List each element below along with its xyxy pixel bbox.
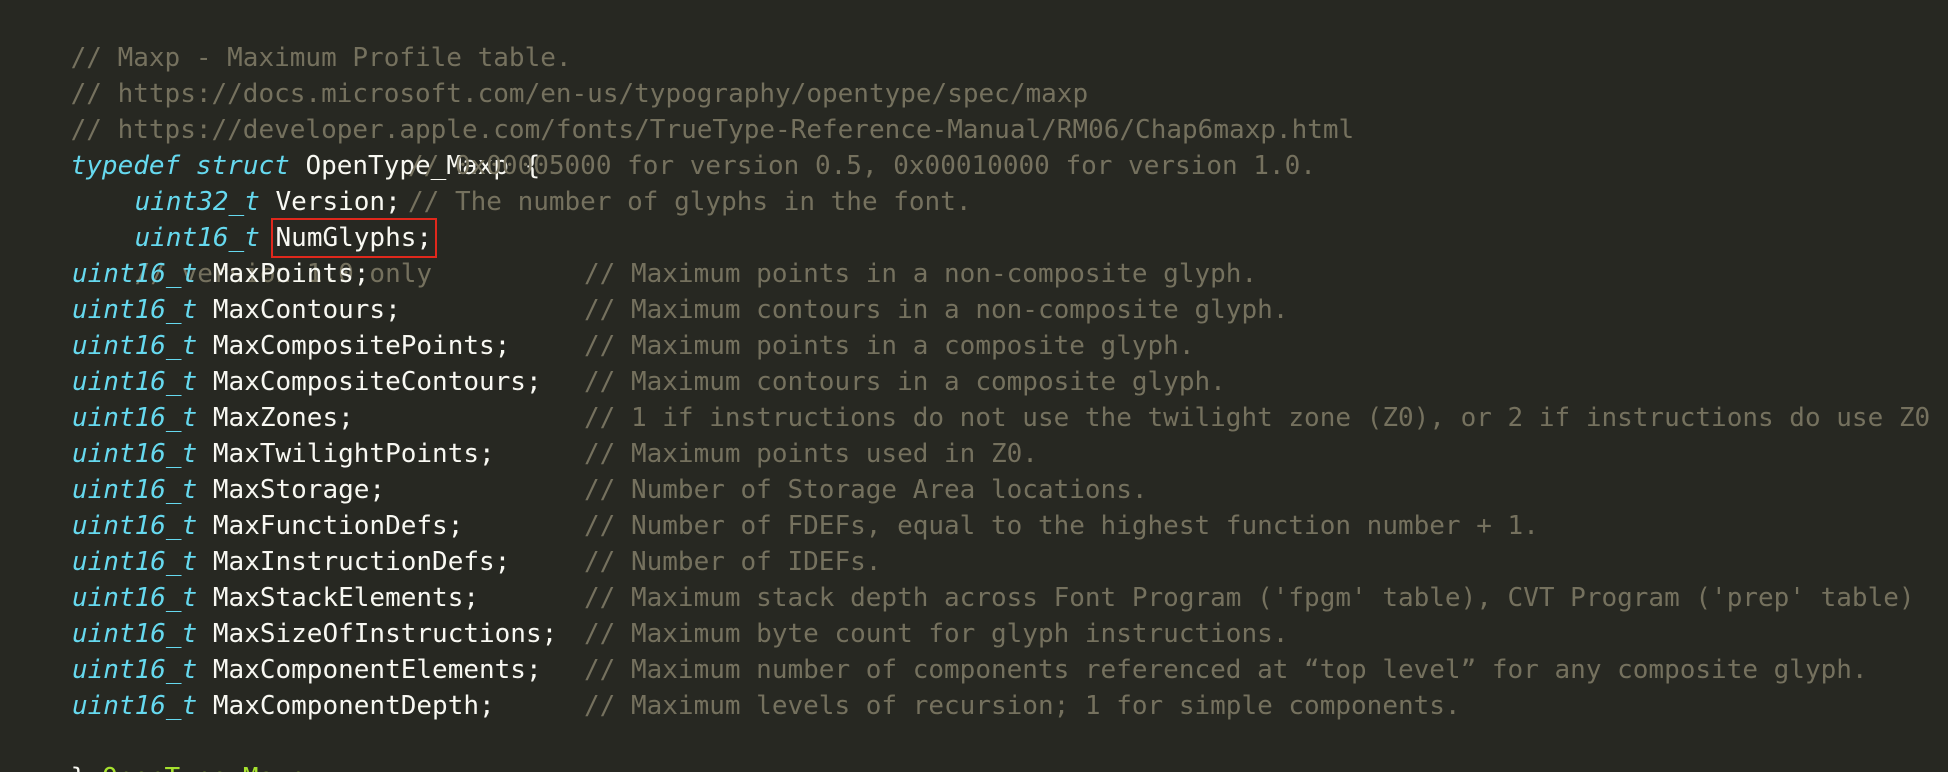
code-line: typedef struct OpenType_Maxp { — [0, 112, 1948, 181]
field-type: uint16_t — [72, 619, 198, 649]
code-line: // https://developer.apple.com/fonts/Tru… — [0, 76, 1948, 145]
field-type: uint16_t — [72, 583, 198, 613]
code-line-field: uint16_t MaxStorage; // Number of Storage… — [0, 472, 1948, 508]
field-type: uint16_t — [72, 691, 198, 721]
code-line-version: uint32_t Version;// 0x00005000 for versi… — [0, 148, 1948, 217]
field-comment: // Maximum byte count for glyph instruct… — [584, 619, 1289, 649]
code-line-field: uint16_t MaxContours; // Maximum contours… — [0, 292, 1948, 328]
field-type: uint16_t — [72, 475, 198, 505]
code-line: } OpenType_Maxp; — [0, 724, 1948, 772]
field-name: MaxTwilightPoints; — [212, 439, 495, 469]
field-name: MaxContours; — [212, 295, 401, 325]
field-comment: // Maximum contours in a composite glyph… — [584, 367, 1226, 397]
field-type: uint16_t — [72, 655, 198, 685]
field-comment: // Maximum points in a non-composite gly… — [584, 259, 1258, 289]
field-comment: // The number of glyphs in the font. — [408, 187, 972, 217]
field-type: uint16_t — [72, 259, 198, 289]
code-line-field: uint16_t MaxSizeOfInstructions; // Maximu… — [0, 616, 1948, 652]
field-name: MaxFunctionDefs; — [212, 511, 464, 541]
code-line-field: uint16_t MaxCompositePoints; // Maximum p… — [0, 328, 1948, 364]
field-name: MaxSizeOfInstructions; — [212, 619, 558, 649]
field-name: MaxComponentDepth; — [212, 691, 495, 721]
field-comment: // Number of FDEFs, equal to the highest… — [584, 511, 1539, 541]
field-comment: // Maximum stack depth across Font Progr… — [584, 583, 1915, 613]
close-brace: } — [71, 763, 87, 772]
field-comment: // Maximum points used in Z0. — [584, 439, 1038, 469]
code-editor[interactable]: // Maxp - Maximum Profile table. // http… — [0, 0, 1948, 772]
field-type: uint16_t — [72, 367, 198, 397]
field-type: uint16_t — [72, 295, 198, 325]
code-line: // Maxp - Maximum Profile table. — [0, 4, 1948, 73]
field-type: uint16_t — [72, 331, 198, 361]
field-name: MaxZones; — [212, 403, 354, 433]
field-comment: // Maximum contours in a non-composite g… — [584, 295, 1289, 325]
semicolon: ; — [305, 763, 321, 772]
code-line-field: uint16_t MaxCompositeContours; // Maximum… — [0, 364, 1948, 400]
code-line-field: uint16_t MaxComponentElements; // Maximum… — [0, 652, 1948, 688]
field-comment: // Maximum number of components referenc… — [584, 655, 1868, 685]
field-comment: // Maximum levels of recursion; 1 for si… — [584, 691, 1461, 721]
field-type: uint16_t — [72, 403, 198, 433]
field-name: MaxStorage; — [212, 475, 386, 505]
code-line-field: uint16_t MaxInstructionDefs; // Number of… — [0, 544, 1948, 580]
field-comment: // Number of Storage Area locations. — [584, 475, 1148, 505]
field-name: MaxComponentElements; — [212, 655, 542, 685]
code-line-field: uint16_t MaxTwilightPoints; // Maximum po… — [0, 436, 1948, 472]
typedef-name: OpenType_Maxp — [102, 763, 306, 772]
code-line-field: uint16_t MaxStackElements; // Maximum sta… — [0, 580, 1948, 616]
field-comment: // 1 if instructions do not use the twil… — [584, 403, 1931, 433]
field-name: MaxPoints; — [212, 259, 370, 289]
field-type: uint16_t — [72, 511, 198, 541]
code-line: // https://docs.microsoft.com/en-us/typo… — [0, 40, 1948, 109]
code-line-field: uint16_t MaxComponentDepth; // Maximum le… — [0, 688, 1948, 724]
code-line-field: uint16_t MaxPoints; // Maximum points in … — [0, 256, 1948, 292]
field-name: MaxCompositeContours; — [212, 367, 542, 397]
field-list: uint16_t MaxPoints; // Maximum points in … — [0, 256, 1948, 724]
field-type: uint16_t — [72, 439, 198, 469]
field-name: MaxInstructionDefs; — [212, 547, 511, 577]
field-comment: // 0x00005000 for version 0.5, 0x0001000… — [408, 151, 1316, 181]
field-comment: // Maximum points in a composite glyph. — [584, 331, 1195, 361]
code-line-numglyphs: uint16_t NumGlyphs;// The number of glyp… — [0, 184, 1948, 258]
code-line-field: uint16_t MaxZones; // 1 if instructions d… — [0, 400, 1948, 436]
code-line-field: uint16_t MaxFunctionDefs; // Number of FD… — [0, 508, 1948, 544]
field-name: MaxStackElements; — [212, 583, 479, 613]
field-type: uint16_t — [72, 547, 198, 577]
field-name: MaxCompositePoints; — [212, 331, 511, 361]
code-line: // version 1.0 only — [0, 220, 1948, 289]
field-comment: // Number of IDEFs. — [584, 547, 882, 577]
